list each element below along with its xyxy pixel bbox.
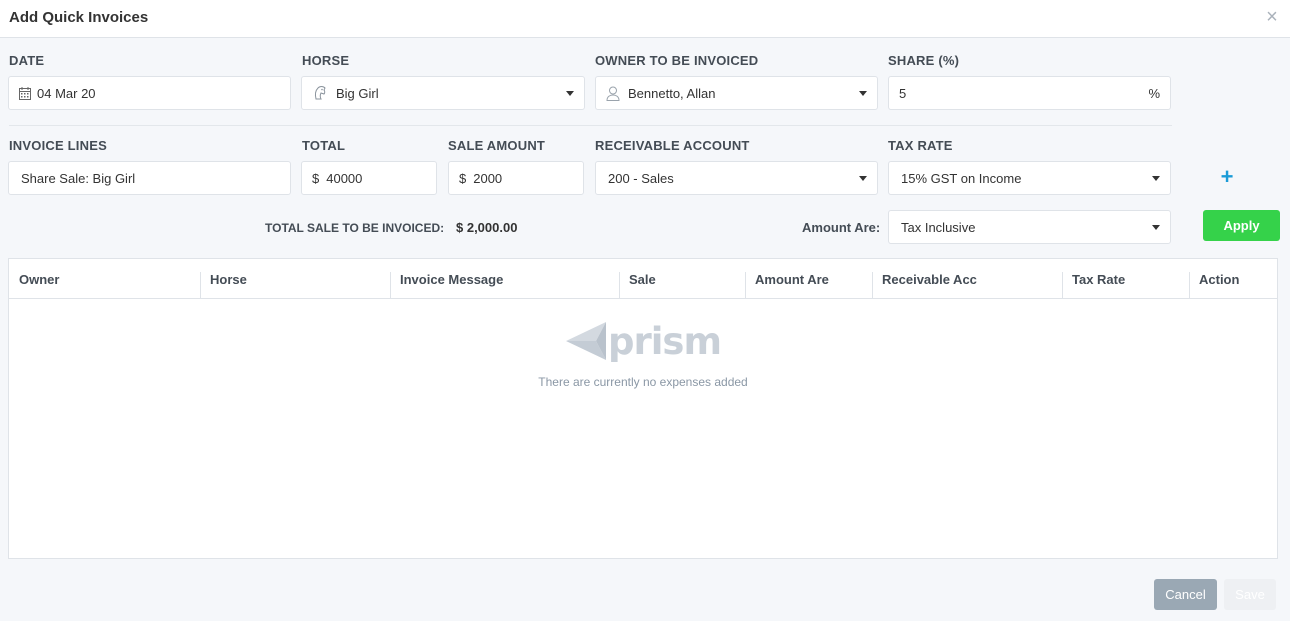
horse-head-icon — [312, 85, 328, 101]
chevron-down-icon — [859, 175, 867, 181]
tax-rate-value: 15% GST on Income — [901, 170, 1022, 186]
dollar-prefix: $ — [459, 170, 467, 186]
chevron-down-icon — [1152, 224, 1160, 230]
add-line-plus-icon[interactable]: + — [1218, 166, 1236, 188]
save-button[interactable]: Save — [1224, 579, 1276, 610]
invoice-table: Owner Horse Invoice Message Sale Amount … — [8, 258, 1278, 559]
amount-are-label: Amount Are: — [802, 220, 881, 235]
total-sale-label: TOTAL SALE TO BE INVOICED: — [265, 221, 445, 235]
date-value: 04 Mar 20 — [37, 85, 96, 101]
share-value: 5 — [899, 85, 907, 101]
chevron-down-icon — [859, 90, 867, 96]
tax-rate-label: TAX RATE — [888, 138, 953, 153]
column-header-owner[interactable]: Owner — [9, 259, 200, 299]
chevron-down-icon — [566, 90, 574, 96]
cancel-button[interactable]: Cancel — [1154, 579, 1217, 610]
receivable-account-label: RECEIVABLE ACCOUNT — [595, 138, 750, 153]
calendar-icon — [19, 86, 31, 100]
column-header-amount-are[interactable]: Amount Are — [745, 259, 872, 299]
date-label: DATE — [9, 53, 45, 68]
column-header-sale[interactable]: Sale — [619, 259, 745, 299]
modal-title: Add Quick Invoices — [9, 9, 149, 26]
close-icon[interactable]: × — [1262, 7, 1282, 27]
percent-suffix: % — [1148, 85, 1160, 101]
prism-logo-icon — [566, 322, 606, 360]
empty-state: prism There are currently no expenses ad… — [9, 299, 1277, 559]
prism-logo: prism — [566, 319, 726, 363]
receivable-account-value: 200 - Sales — [608, 170, 674, 186]
apply-button[interactable]: Apply — [1203, 210, 1280, 241]
user-icon — [606, 86, 620, 101]
sale-amount-value: 2000 — [473, 170, 503, 186]
invoice-lines-input[interactable]: Share Sale: Big Girl — [8, 161, 291, 195]
total-sale-value: $ 2,000.00 — [456, 220, 518, 235]
share-label: SHARE (%) — [888, 53, 960, 68]
total-label: TOTAL — [302, 138, 346, 153]
tax-rate-select[interactable]: 15% GST on Income — [888, 161, 1171, 195]
total-value: 40000 — [326, 170, 363, 186]
chevron-down-icon — [1152, 175, 1160, 181]
column-header-action: Action — [1189, 259, 1277, 299]
prism-logo-text: prism — [608, 319, 722, 363]
table-header: Owner Horse Invoice Message Sale Amount … — [9, 259, 1277, 299]
owner-value: Bennetto, Allan — [628, 85, 716, 101]
share-input[interactable]: 5 % — [888, 76, 1171, 110]
column-header-receivable-acc[interactable]: Receivable Acc — [872, 259, 1062, 299]
column-header-tax-rate[interactable]: Tax Rate — [1062, 259, 1189, 299]
empty-message: There are currently no expenses added — [538, 375, 748, 389]
date-field[interactable]: 04 Mar 20 — [8, 76, 291, 110]
receivable-account-select[interactable]: 200 - Sales — [595, 161, 878, 195]
sale-amount-label: SALE AMOUNT — [448, 138, 546, 153]
total-input[interactable]: $ 40000 — [301, 161, 437, 195]
owner-label: OWNER TO BE INVOICED — [595, 53, 759, 68]
column-header-horse[interactable]: Horse — [200, 259, 390, 299]
horse-value: Big Girl — [336, 85, 379, 101]
modal-header: Add Quick Invoices × — [0, 0, 1290, 38]
column-header-invoice-message[interactable]: Invoice Message — [390, 259, 619, 299]
form-divider — [9, 125, 1172, 126]
invoice-lines-label: INVOICE LINES — [9, 138, 107, 153]
invoice-lines-value: Share Sale: Big Girl — [21, 170, 136, 186]
dollar-prefix: $ — [312, 170, 320, 186]
horse-select[interactable]: Big Girl — [301, 76, 585, 110]
sale-amount-input[interactable]: $ 2000 — [448, 161, 584, 195]
horse-label: HORSE — [302, 53, 350, 68]
amount-are-select[interactable]: Tax Inclusive — [888, 210, 1171, 244]
owner-select[interactable]: Bennetto, Allan — [595, 76, 878, 110]
amount-are-value: Tax Inclusive — [901, 219, 976, 235]
